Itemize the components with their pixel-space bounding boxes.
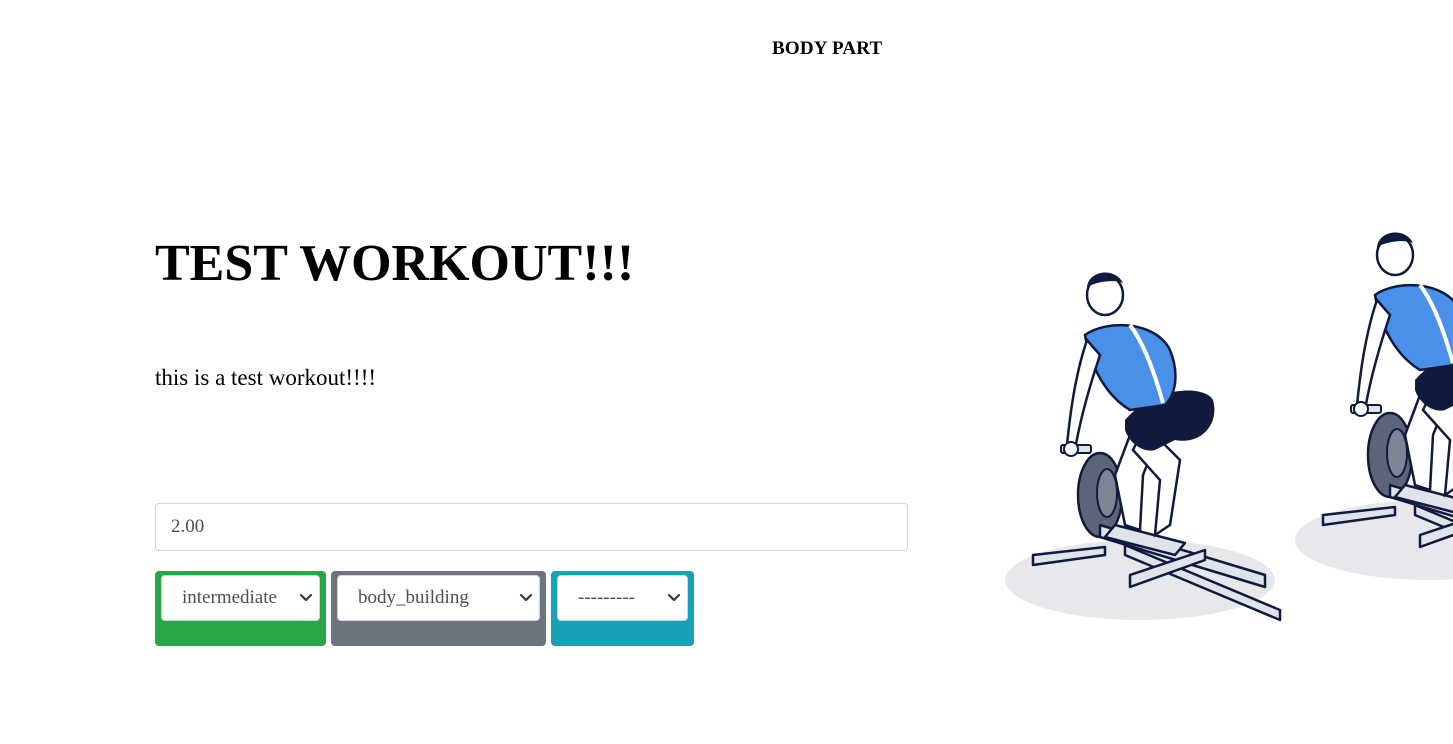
difficulty-select[interactable]: intermediate bbox=[161, 575, 320, 621]
difficulty-select-value: intermediate bbox=[182, 587, 277, 608]
deadlift-illustration bbox=[1003, 230, 1453, 622]
difficulty-select-container: intermediate bbox=[155, 571, 326, 646]
chevron-down-icon bbox=[667, 593, 681, 602]
category-select[interactable]: body_building bbox=[337, 575, 540, 621]
workout-page: BODY PART TEST WORKOUT!!! this is a test… bbox=[0, 0, 1453, 744]
option-select[interactable]: --------- bbox=[557, 575, 688, 621]
chevron-down-icon bbox=[299, 593, 313, 602]
workout-description: this is a test workout!!!! bbox=[155, 365, 377, 390]
lifter-figure-1 bbox=[1003, 270, 1282, 622]
chevron-down-icon bbox=[519, 593, 533, 602]
lifter-figure-2 bbox=[1293, 230, 1453, 582]
option-select-value: --------- bbox=[578, 587, 635, 608]
workout-title: TEST WORKOUT!!! bbox=[155, 235, 635, 292]
workout-value-input[interactable] bbox=[155, 503, 908, 551]
category-select-value: body_building bbox=[358, 587, 469, 608]
category-select-container: body_building bbox=[331, 571, 546, 646]
body-part-heading: BODY PART bbox=[772, 38, 883, 59]
option-select-container: --------- bbox=[551, 571, 694, 646]
